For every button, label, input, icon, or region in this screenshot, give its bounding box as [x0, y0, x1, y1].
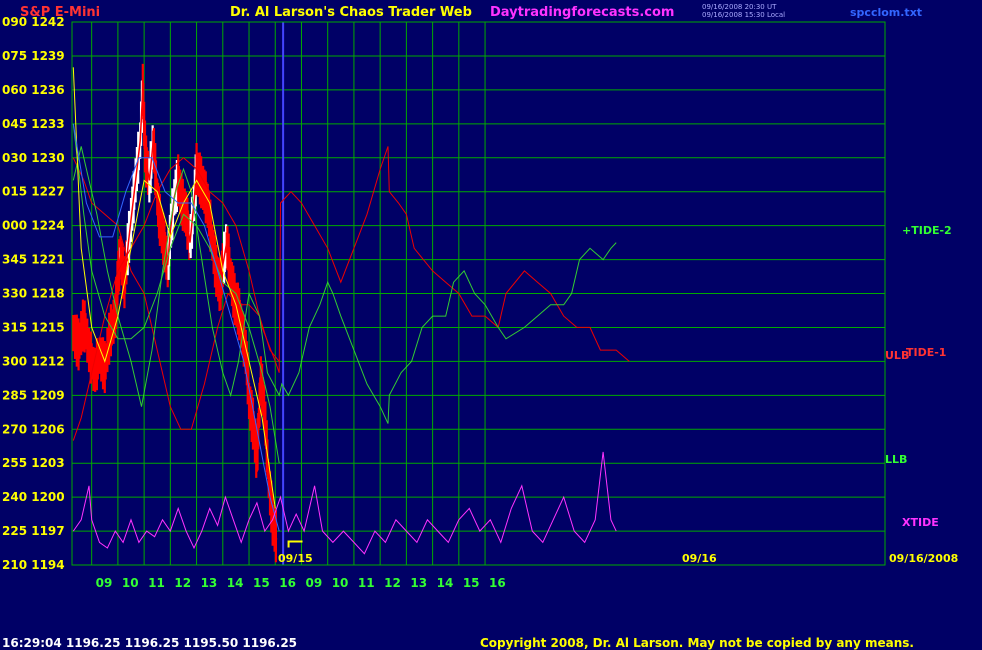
x-tick-label: 13 [201, 576, 218, 590]
date-label: 09/16 [682, 552, 717, 565]
y-tick-label: 075 1239 [2, 49, 65, 63]
last-quote: 16:29:04 1196.25 1196.25 1195.50 1196.25 [2, 636, 298, 650]
y-tick-label: 210 1194 [2, 558, 65, 572]
x-tick-label: 10 [122, 576, 139, 590]
y-tick-label: 315 1215 [2, 320, 65, 334]
y-tick-label: 345 1221 [2, 253, 65, 267]
x-tick-label: 14 [227, 576, 244, 590]
y-tick-label: 255 1203 [2, 456, 65, 470]
x-tick-label: 11 [148, 576, 165, 590]
line-label-tide-1: TIDE-1 [906, 346, 946, 359]
x-tick-label: 12 [174, 576, 191, 590]
x-tick-label: 15 [253, 576, 270, 590]
x-tick-label: 15 [463, 576, 480, 590]
copyright: Copyright 2008, Dr. Al Larson. May not b… [480, 636, 914, 650]
x-tick-label: 10 [332, 576, 349, 590]
y-tick-label: 000 1224 [2, 219, 65, 233]
y-tick-label: 240 1200 [2, 490, 65, 504]
x-tick-label: 13 [410, 576, 427, 590]
y-tick-label: 225 1197 [2, 524, 65, 538]
y-tick-label: 300 1212 [2, 354, 65, 368]
y-tick-label: 060 1236 [2, 83, 65, 97]
date-label: 09/15 [278, 552, 313, 565]
data-filename: spcclom.txt [850, 6, 923, 19]
timestamp-local: 09/16/2008 15:30 Local [702, 11, 786, 19]
x-tick-label: 14 [437, 576, 454, 590]
y-tick-label: 045 1233 [2, 117, 65, 131]
site-link[interactable]: Daytradingforecasts.com [490, 5, 674, 20]
y-tick-label: 285 1209 [2, 388, 65, 402]
y-tick-label: 330 1218 [2, 287, 65, 301]
line-label-xtide: XTIDE [902, 516, 939, 529]
chart-title: Dr. Al Larson's Chaos Trader Web [230, 5, 472, 20]
x-tick-label: 12 [384, 576, 401, 590]
instrument-title: S&P E-Mini [20, 5, 101, 20]
y-tick-label: 270 1206 [2, 422, 65, 436]
chart-canvas: 090 1242075 1239060 1236045 1233030 1230… [0, 0, 982, 650]
x-tick-label: 16 [279, 576, 296, 590]
x-tick-label: 09 [96, 576, 113, 590]
y-tick-label: 015 1227 [2, 185, 65, 199]
y-tick-label: 030 1230 [2, 151, 65, 165]
x-tick-label: 11 [358, 576, 375, 590]
x-tick-label: 09 [305, 576, 322, 590]
timestamp-ut: 09/16/2008 20:30 UT [702, 3, 777, 11]
date-label: 09/16/2008 [889, 552, 958, 565]
line-label-llb: LLB [885, 453, 907, 466]
line-label--tide-2: +TIDE-2 [902, 224, 952, 237]
x-tick-label: 16 [489, 576, 506, 590]
